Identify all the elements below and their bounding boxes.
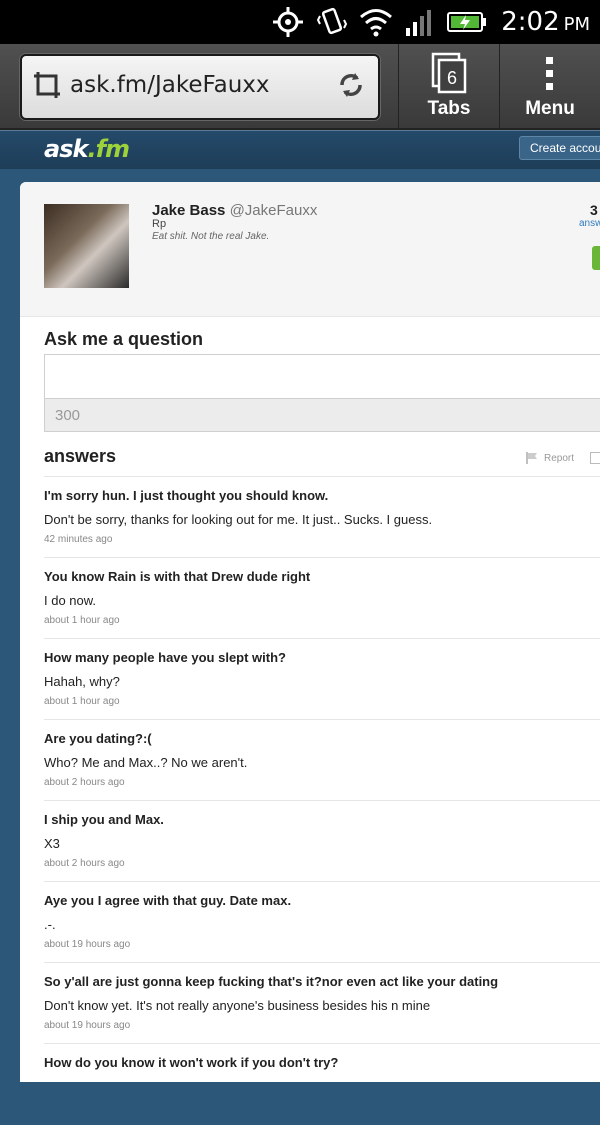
answers-heading: answers [44,446,117,466]
crop-icon[interactable] [34,72,60,98]
url-text[interactable]: ask.fm/JakeFauxx [70,72,270,98]
reload-icon[interactable] [336,70,366,100]
status-bar: 2:02 PM [0,0,600,44]
ask-question-title: Ask me a question [44,329,204,349]
answer-question[interactable]: You know Rain is with that Drew dude rig… [44,569,310,584]
answer-question[interactable]: Aye you I agree with that guy. Date max. [44,893,291,908]
report-label: Report [544,452,575,464]
answers-count: 3 [590,202,598,218]
answer-text: Don't be sorry, thanks for looking out f… [44,512,433,527]
signal-icon [403,5,437,39]
answers-count-label[interactable]: answ [579,218,600,229]
answer-question[interactable]: How many people have you slept with? [44,650,286,665]
char-counter: 300 [44,398,600,432]
answer-item[interactable]: Are you dating?:( Who? Me and Max..? No w… [44,719,600,801]
menu-button[interactable]: Menu [499,44,600,128]
answer-text: .-. [44,917,56,932]
question-input[interactable] [44,354,600,399]
tabs-label: Tabs [427,98,471,119]
avatar[interactable] [44,204,129,288]
answer-text: Don't know yet. It's not really anyone's… [44,998,431,1013]
profile-handle: @JakeFauxx [229,202,318,219]
profile-header: Jake Bass @JakeFauxx Rp Eat shit. Not th… [20,182,600,317]
answer-timestamp[interactable]: about 2 hours ago [44,858,125,869]
answer-timestamp[interactable]: 42 minutes ago [44,534,112,545]
answer-question[interactable]: Are you dating?:( [44,731,152,746]
menu-label: Menu [525,98,575,119]
site-header: ask.fm Create accoun [0,130,600,169]
answer-text: X3 [44,836,60,851]
status-icons: 2:02 PM [271,4,590,40]
answer-timestamp[interactable]: about 1 hour ago [44,696,120,707]
answer-item[interactable]: So y'all are just gonna keep fucking tha… [44,962,600,1044]
create-account-button[interactable]: Create accoun [519,136,600,160]
url-bar[interactable]: ask.fm/JakeFauxx [20,54,380,120]
answer-timestamp[interactable]: about 1 hour ago [44,615,120,626]
tabs-button[interactable]: 6 Tabs [398,44,499,128]
answer-question[interactable]: How do you know it won't work if you don… [44,1055,338,1070]
answer-item[interactable]: I'm sorry hun. I just thought you should… [44,476,600,558]
follow-button[interactable] [592,246,600,270]
report-button[interactable]: Report [526,452,574,464]
answer-question[interactable]: I'm sorry hun. I just thought you should… [44,488,328,503]
vibrate-icon [315,5,349,39]
clock: 2:02 PM [501,7,590,37]
answer-text: I do now. [44,593,97,608]
tabs-icon: 6 [431,52,467,94]
answer-item[interactable]: I ship you and Max. X3 about 2 hours ago [44,800,600,882]
answer-timestamp[interactable]: about 19 hours ago [44,1020,130,1031]
askfm-logo[interactable]: ask.fm [44,135,130,163]
wifi-icon [359,5,393,39]
profile-name: Jake Bass @JakeFauxx [152,202,318,219]
tabs-count: 6 [447,68,457,88]
answer-question[interactable]: I ship you and Max. [44,812,164,827]
answer-item[interactable]: How many people have you slept with? Haha… [44,638,600,720]
flag-icon [526,452,537,464]
answer-text: Who? Me and Max..? No we aren't. [44,755,248,770]
gps-icon [271,5,305,39]
profile-panel: Jake Bass @JakeFauxx Rp Eat shit. Not th… [20,182,600,1082]
profile-bio: Eat shit. Not the real Jake. [152,231,270,242]
browser-toolbar: ask.fm/JakeFauxx 6 Tabs Menu [0,44,600,130]
battery-charging-icon [447,5,487,39]
profile-role: Rp [152,218,167,230]
share-icon[interactable] [590,452,600,464]
answer-text: Hahah, why? [44,674,120,689]
answer-item[interactable]: You know Rain is with that Drew dude rig… [44,557,600,639]
answer-question[interactable]: So y'all are just gonna keep fucking tha… [44,974,498,989]
answer-item[interactable]: How do you know it won't work if you don… [44,1043,600,1125]
answer-item[interactable]: Aye you I agree with that guy. Date max.… [44,881,600,963]
answer-timestamp[interactable]: about 19 hours ago [44,939,130,950]
overflow-menu-icon [546,57,553,90]
answer-timestamp[interactable]: about 2 hours ago [44,777,125,788]
